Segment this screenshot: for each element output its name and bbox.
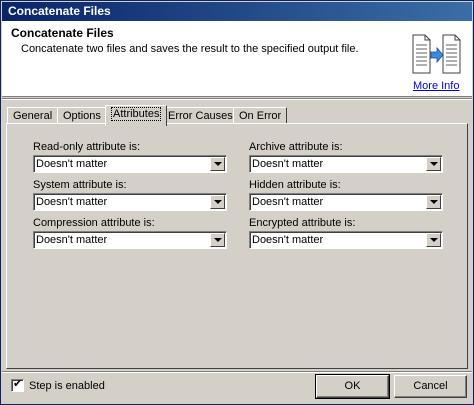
window-title: Concatenate Files [8,4,111,18]
ok-button[interactable]: OK [315,374,390,399]
system-attribute-select[interactable]: Doesn't matter [33,193,227,211]
cancel-button[interactable]: Cancel [394,375,467,398]
tab-label: Options [63,110,101,122]
readonly-attribute-select[interactable]: Doesn't matter [33,155,227,173]
header-divider [2,98,472,100]
compression-attribute-select[interactable]: Doesn't matter [33,231,227,249]
dropdown-button[interactable] [426,195,441,209]
hidden-attribute-label: Hidden attribute is: [249,179,341,191]
header-description: Concatenate two files and saves the resu… [21,43,359,55]
readonly-attribute-value: Doesn't matter [36,158,108,170]
tab-options[interactable]: Options [57,107,107,124]
tab-label: On Error [239,110,282,122]
checkmark-icon: ✔ [13,378,23,390]
footer-divider [2,371,472,373]
dropdown-button[interactable] [210,233,225,247]
step-enabled-checkbox[interactable]: ✔ [11,378,24,392]
tab-error-causes[interactable]: Error Causes [162,107,239,124]
attributes-panel: Read-only attribute is: Doesn't matter S… [6,123,468,369]
dropdown-button[interactable] [210,195,225,209]
chevron-down-icon [430,200,438,204]
encrypted-attribute-select[interactable]: Doesn't matter [249,231,443,249]
title-bar: Concatenate Files [2,2,472,21]
dropdown-button[interactable] [426,157,441,171]
header-title: Concatenate Files [11,26,114,40]
hidden-attribute-value: Doesn't matter [252,196,324,208]
concatenate-files-icon [412,34,461,74]
tab-label: General [13,110,53,122]
more-info-link[interactable]: More Info [413,80,459,92]
step-enabled-label: Step is enabled [29,380,105,392]
dialog-window: Concatenate Files Concatenate Files Conc… [0,0,474,405]
encrypted-attribute-label: Encrypted attribute is: [249,217,356,229]
tab-on-error[interactable]: On Error [233,107,288,124]
archive-attribute-select[interactable]: Doesn't matter [249,155,443,173]
archive-attribute-value: Doesn't matter [252,158,324,170]
chevron-down-icon [214,162,222,166]
readonly-attribute-label: Read-only attribute is: [33,141,140,153]
tab-label: Attributes [111,107,162,121]
tab-general[interactable]: General [7,107,59,124]
compression-attribute-value: Doesn't matter [36,234,108,246]
system-attribute-label: System attribute is: [33,179,127,191]
chevron-down-icon [214,238,222,242]
chevron-down-icon [214,200,222,204]
archive-attribute-label: Archive attribute is: [249,141,343,153]
encrypted-attribute-value: Doesn't matter [252,234,324,246]
hidden-attribute-select[interactable]: Doesn't matter [249,193,443,211]
dropdown-button[interactable] [426,233,441,247]
header-panel: Concatenate Files Concatenate two files … [2,21,472,97]
chevron-down-icon [430,238,438,242]
compression-attribute-label: Compression attribute is: [33,217,155,229]
system-attribute-value: Doesn't matter [36,196,108,208]
tab-attributes[interactable]: Attributes [105,105,168,126]
chevron-down-icon [430,162,438,166]
dropdown-button[interactable] [210,157,225,171]
tab-label: Error Causes [168,110,233,122]
